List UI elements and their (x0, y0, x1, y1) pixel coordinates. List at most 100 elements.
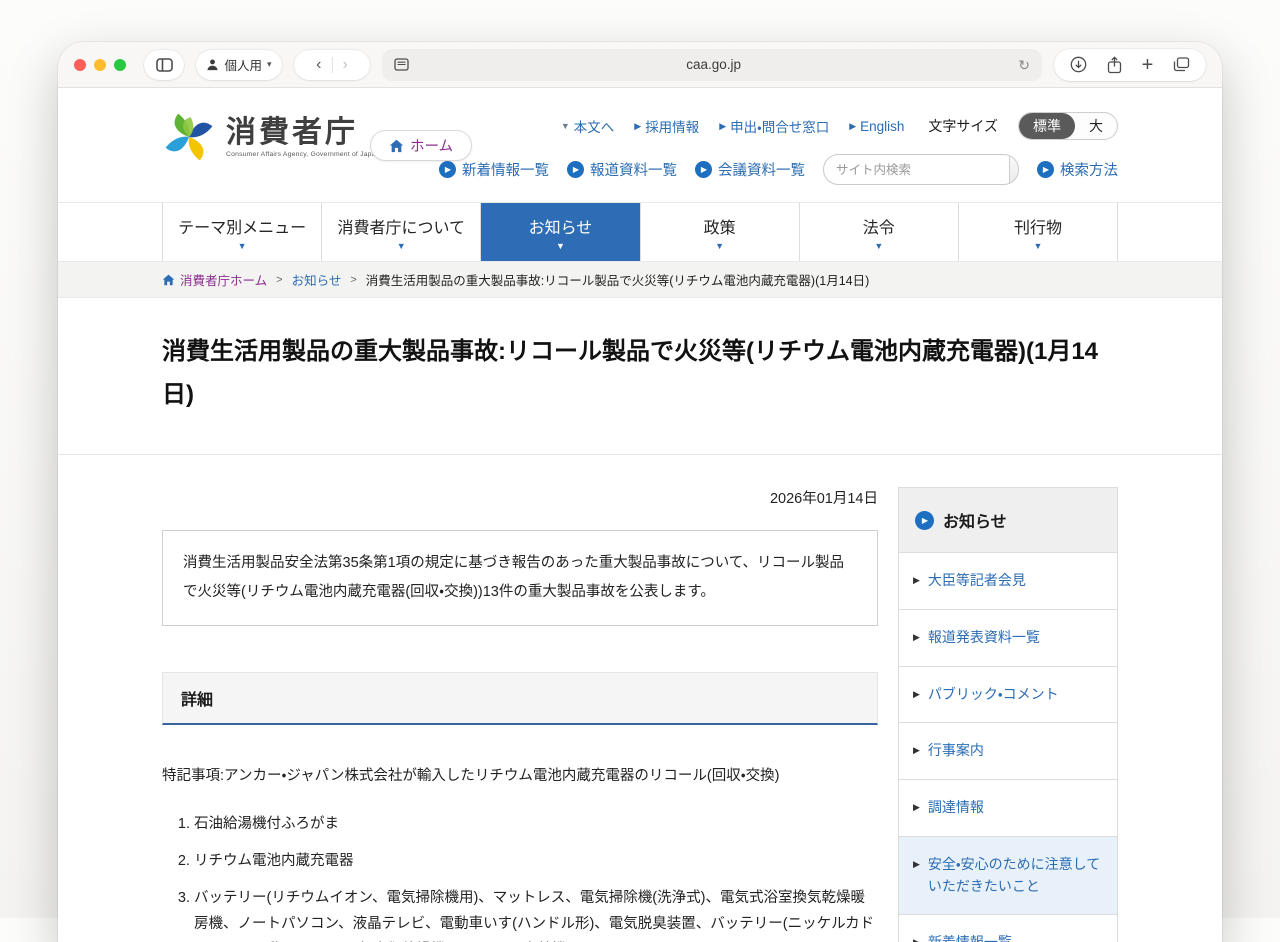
site-title: 消費者庁 (226, 116, 358, 149)
english-link[interactable]: ▶ English (849, 119, 904, 134)
downloads-icon[interactable] (1070, 56, 1087, 73)
search-button[interactable]: 検索 (1009, 155, 1018, 184)
skip-to-content-link[interactable]: ▼ 本文へ (561, 116, 614, 136)
nav-tab-laws[interactable]: 法令 ▼ (798, 203, 958, 261)
site-search-input[interactable] (824, 162, 1009, 177)
close-window-button[interactable] (74, 58, 86, 71)
browser-window: 個人用 ▾ ‹ › caa.go.jp ↻ + 消費者庁 Consumer Af… (58, 42, 1222, 942)
triangle-down-icon: ▼ (560, 121, 570, 131)
breadcrumb-separator: > (350, 273, 357, 286)
nav-tab-news[interactable]: お知らせ ▼ (480, 203, 640, 261)
breadcrumb-section-link[interactable]: お知らせ (292, 270, 342, 289)
contact-link[interactable]: ▶ 申出・問合せ窓口 (719, 116, 829, 136)
new-info-list-link[interactable]: 新着情報一覧 (439, 159, 549, 180)
site-search: 検索 (823, 154, 1019, 185)
text-size-label: 文字サイズ (928, 118, 998, 134)
share-icon[interactable] (1107, 55, 1122, 74)
breadcrumb-current: 消費生活用製品の重大製品事故:リコール製品で火災等(リチウム電池内蔵充電器)(1… (365, 274, 870, 288)
meeting-materials-link[interactable]: 会議資料一覧 (695, 159, 805, 180)
reader-view-icon (394, 58, 409, 71)
triangle-down-icon: ▼ (555, 240, 565, 251)
toolbar-actions: + (1054, 48, 1206, 81)
back-button[interactable]: ‹ (306, 56, 331, 74)
list-item: 石油給湯機付ふろがま (194, 811, 878, 837)
summary-box: 消費生活用製品安全法第35条第1項の規定に基づき報告のあった重大製品事故について… (162, 530, 878, 627)
sidebar-item-press-conference[interactable]: ▶ 大臣等記者会見 (899, 552, 1117, 610)
triangle-right-icon: ▶ (913, 802, 920, 813)
triangle-right-icon: ▶ (913, 632, 920, 643)
triangle-down-icon: ▼ (396, 240, 406, 251)
nav-tab-publications[interactable]: 刊行物 ▼ (957, 203, 1119, 261)
press-materials-link[interactable]: 報道資料一覧 (567, 159, 677, 180)
triangle-down-icon: ▼ (874, 240, 884, 251)
sidebar-header: お知らせ (899, 488, 1117, 553)
caa-pinwheel-logo-icon (165, 113, 213, 161)
triangle-right-icon: ▶ (913, 745, 920, 756)
browser-toolbar: 個人用 ▾ ‹ › caa.go.jp ↻ + (58, 42, 1222, 88)
url-text: caa.go.jp (686, 57, 742, 72)
page-title: 消費生活用製品の重大製品事故:リコール製品で火災等(リチウム電池内蔵充電器)(1… (162, 338, 1099, 409)
play-circle-icon (1037, 161, 1054, 178)
triangle-right-icon: ▶ (913, 688, 920, 699)
triangle-right-icon: ▶ (913, 858, 920, 869)
address-bar[interactable]: caa.go.jp ↻ (382, 48, 1042, 81)
text-size-toggle: 標準 大 (1018, 112, 1118, 140)
new-tab-icon[interactable]: + (1142, 55, 1154, 75)
reload-icon[interactable]: ↻ (1018, 58, 1030, 72)
list-item: バッテリー(リチウムイオン、電気掃除機用)、マットレス、電気掃除機(洗浄式)、電… (194, 885, 878, 942)
window-controls (74, 58, 126, 71)
triangle-down-icon: ▼ (237, 240, 247, 251)
triangle-down-icon: ▼ (715, 240, 725, 251)
triangle-down-icon: ▼ (1033, 240, 1043, 251)
breadcrumb: 消費者庁ホーム > お知らせ > 消費生活用製品の重大製品事故:リコール製品で火… (58, 262, 1222, 298)
sidebar-item-press-releases[interactable]: ▶ 報道発表資料一覧 (899, 609, 1117, 666)
quick-links: 新着情報一覧 報道資料一覧 会議資料一覧 検索 検索方法 (439, 154, 1118, 185)
nav-tab-policy[interactable]: 政策 ▼ (639, 203, 799, 261)
play-circle-icon (567, 161, 584, 178)
breadcrumb-separator: > (276, 273, 283, 286)
nav-tab-theme-menu[interactable]: テーマ別メニュー ▼ (162, 203, 322, 261)
person-icon (207, 59, 219, 71)
special-note: 特記事項:アンカー・ジャパン株式会社が輸入したリチウム電池内蔵充電器のリコール(… (162, 768, 780, 785)
sidebar-toggle-icon (155, 57, 173, 72)
minimize-window-button[interactable] (94, 58, 106, 71)
triangle-right-icon: ▶ (913, 575, 920, 586)
forward-button[interactable]: › (333, 56, 358, 74)
site-logo[interactable]: 消費者庁 Consumer Affairs Agency, Government… (162, 110, 380, 164)
publish-date: 2026年01月14日 (769, 491, 878, 508)
profile-label: 個人用 (224, 59, 262, 73)
zoom-window-button[interactable] (114, 58, 126, 71)
nav-tab-about[interactable]: 消費者庁について ▼ (321, 203, 481, 261)
sidebar-item-safety-notes[interactable]: ▶ 安全・安心のために注意していただきたいこと (899, 835, 1117, 915)
triangle-right-icon: ▶ (719, 120, 727, 131)
text-size-large-button[interactable]: 大 (1075, 113, 1117, 139)
play-circle-icon (915, 510, 934, 530)
sidebar-item-procurement[interactable]: ▶ 調達情報 (899, 779, 1117, 836)
breadcrumb-home-link[interactable]: 消費者庁ホーム (162, 270, 267, 289)
sidebar-item-public-comment[interactable]: ▶ パブリック・コメント (899, 665, 1117, 723)
play-circle-icon (439, 161, 456, 178)
recruit-link[interactable]: ▶ 採用情報 (634, 116, 699, 136)
main-navigation: テーマ別メニュー ▼ 消費者庁について ▼ お知らせ ▼ 政策 ▼ 法令 ▼ 刊… (58, 202, 1222, 262)
chevron-down-icon: ▾ (266, 59, 272, 69)
tab-overview-icon[interactable] (1173, 57, 1190, 72)
triangle-right-icon: ▶ (913, 936, 920, 942)
sidebar-toggle-button[interactable] (144, 49, 184, 80)
text-size-standard-button[interactable]: 標準 (1019, 113, 1075, 139)
sidebar-item-new-info[interactable]: ▶ 新着情報一覧 (899, 914, 1117, 942)
sidebar-item-events[interactable]: ▶ 行事案内 (899, 722, 1117, 780)
content-area: 2026年01月14日 消費生活用製品安全法第35条第1項の規定に基づき報告のあ… (58, 455, 1222, 942)
utility-links: ▼ 本文へ ▶ 採用情報 ▶ 申出・問合せ窓口 ▶ English 文字サイズ (561, 112, 1118, 140)
product-list: 石油給湯機付ふろがま リチウム電池内蔵充電器 バッテリー(リチウムイオン、電気掃… (168, 811, 878, 942)
section-heading: 詳細 (162, 672, 878, 726)
search-help-link[interactable]: 検索方法 (1037, 159, 1118, 180)
play-circle-icon (695, 161, 712, 178)
profile-menu-button[interactable]: 個人用 ▾ (196, 49, 282, 80)
history-nav: ‹ › (294, 49, 370, 80)
title-section: 消費生活用製品の重大製品事故:リコール製品で火災等(リチウム電池内蔵充電器)(1… (58, 298, 1222, 456)
site-subtitle: Consumer Affairs Agency, Government of J… (226, 151, 380, 158)
home-icon (389, 139, 404, 152)
triangle-right-icon: ▶ (849, 120, 857, 131)
site-header: 消費者庁 Consumer Affairs Agency, Government… (58, 88, 1222, 202)
home-icon (162, 274, 175, 285)
